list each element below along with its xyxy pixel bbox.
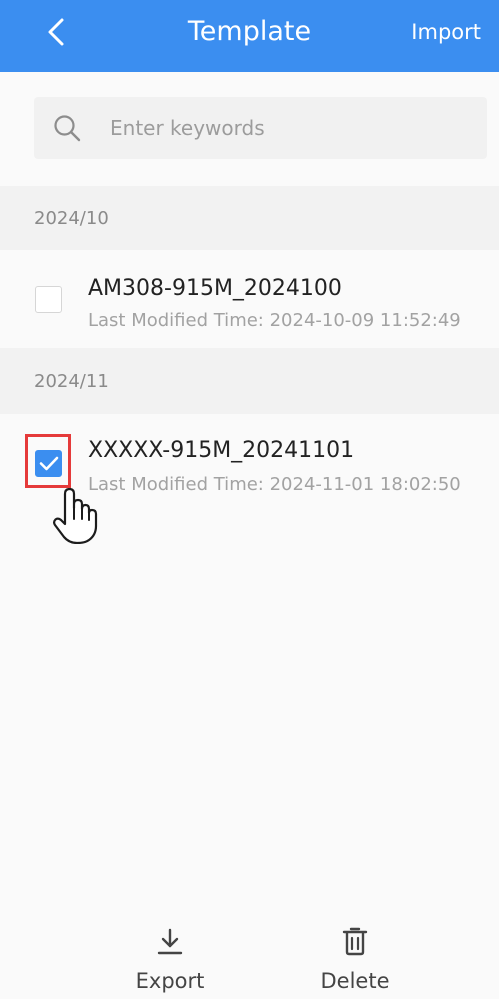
search-placeholder: Enter keywords [110, 116, 265, 140]
search-icon [54, 115, 81, 142]
delete-label: Delete [320, 969, 390, 993]
item-checkbox[interactable] [35, 286, 62, 313]
delete-button[interactable]: Delete [295, 926, 415, 996]
app-header: Template Import [0, 0, 499, 72]
export-button[interactable]: Export [110, 926, 230, 996]
export-label: Export [135, 969, 205, 993]
group-header: 2024/10 [0, 186, 499, 250]
search-input[interactable]: Enter keywords [34, 97, 487, 159]
highlight-box [25, 434, 71, 488]
import-button[interactable]: Import [411, 18, 481, 46]
list-item[interactable]: AM308-915M_2024100 Last Modified Time: 2… [0, 250, 499, 348]
group-header: 2024/11 [0, 348, 499, 414]
export-icon [157, 928, 183, 955]
group-label: 2024/11 [34, 371, 109, 392]
group-label: 2024/10 [34, 208, 109, 229]
item-modified-time: Last Modified Time: 2024-11-01 18:02:50 [88, 474, 461, 495]
back-arrow-icon [48, 18, 64, 46]
item-title: AM308-915M_2024100 [88, 276, 342, 301]
back-button[interactable] [36, 10, 76, 54]
item-modified-time: Last Modified Time: 2024-10-09 11:52:49 [88, 310, 461, 331]
delete-icon [342, 927, 368, 956]
item-title: XXXXX-915M_20241101 [88, 438, 355, 463]
hand-cursor-icon [53, 488, 98, 544]
